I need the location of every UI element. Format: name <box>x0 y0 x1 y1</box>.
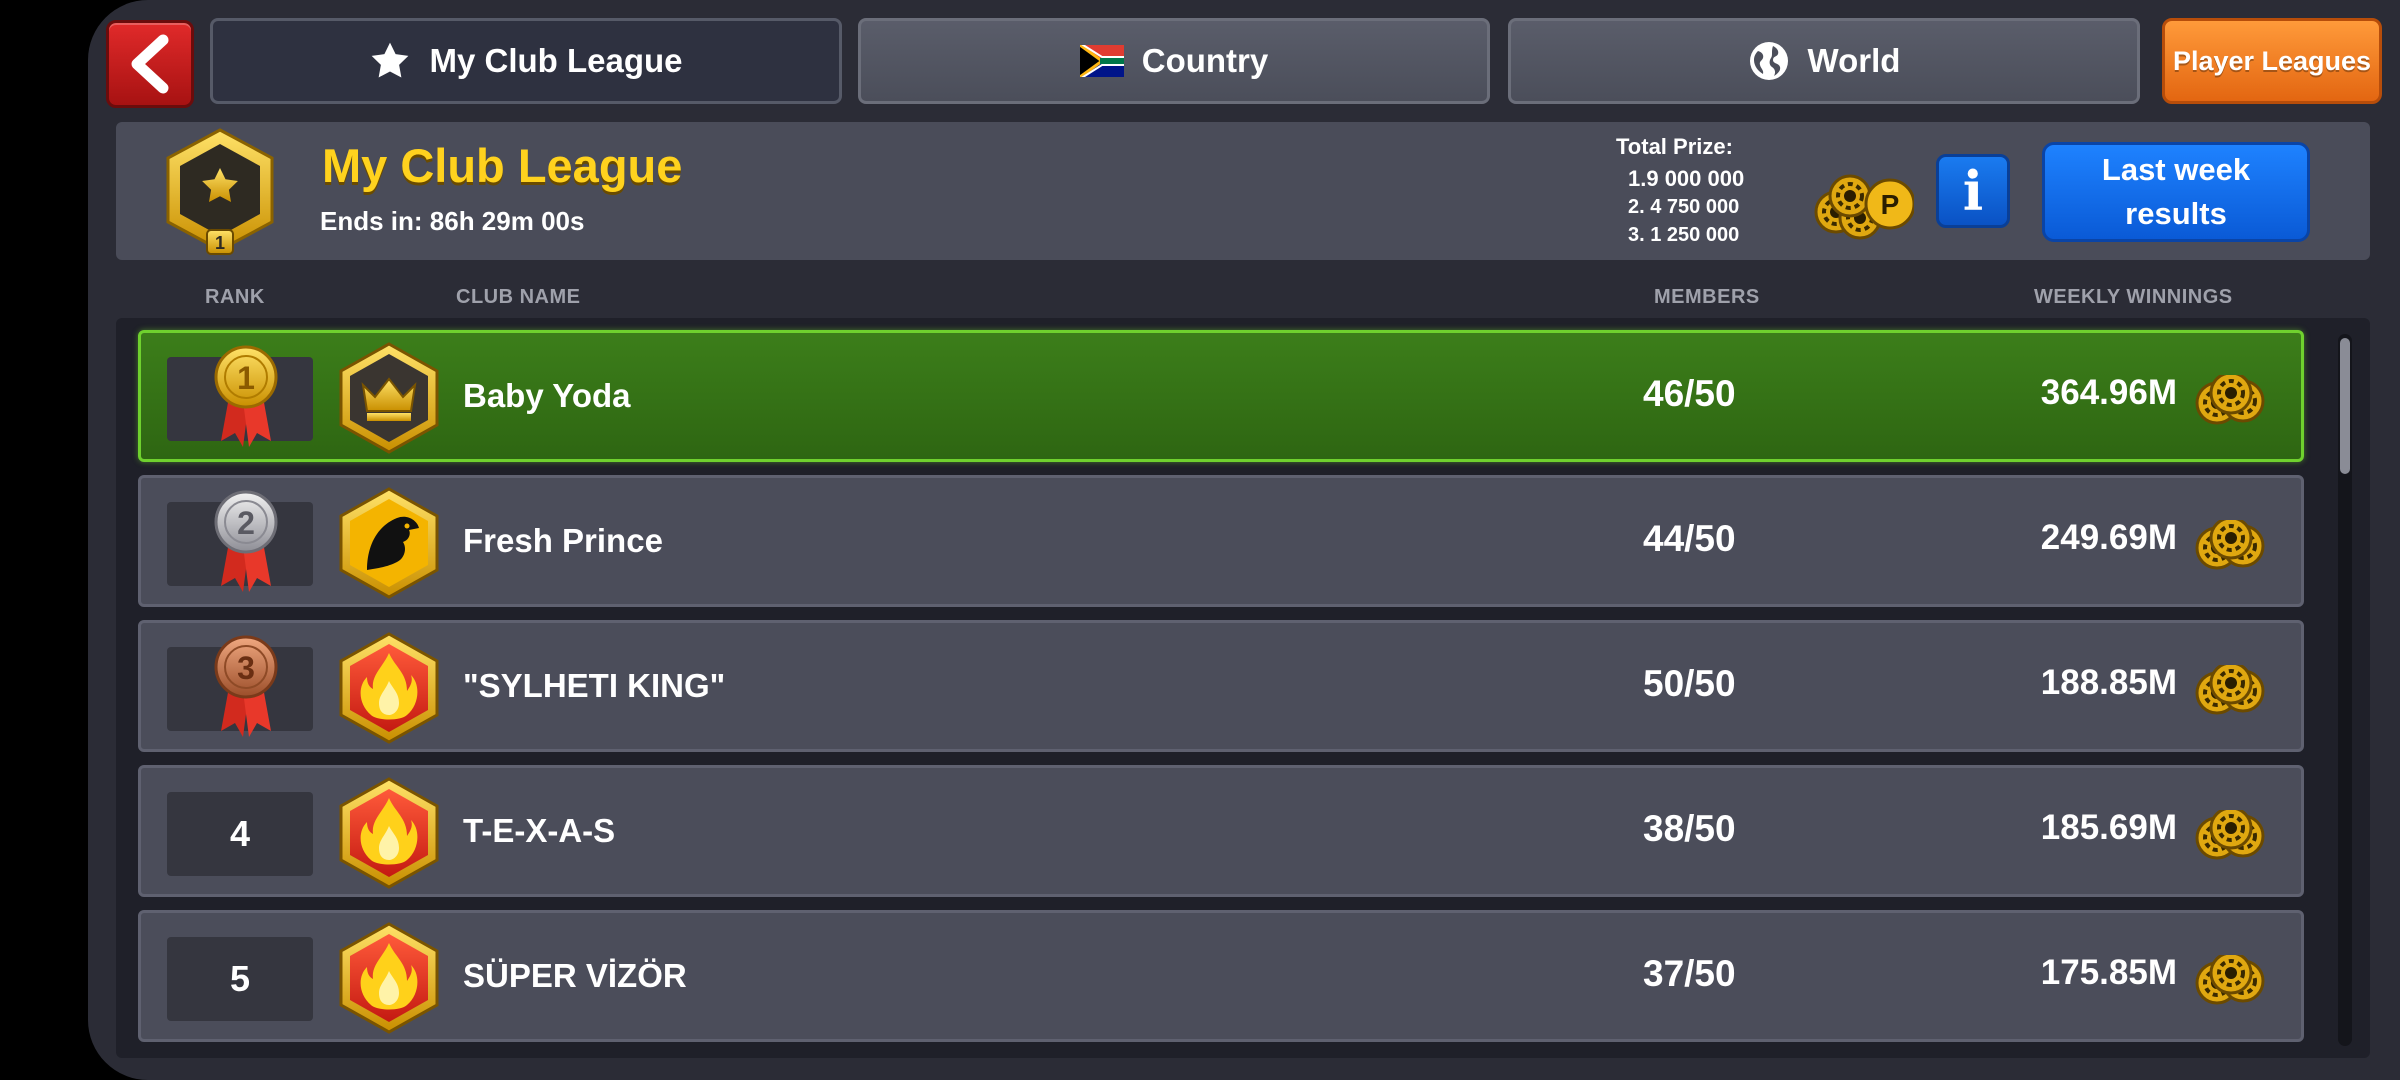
club-name: "SYLHETI KING" <box>463 667 726 704</box>
pool-cash-coins-icon <box>2195 955 2265 1005</box>
club-row[interactable]: 5 SÜPER VİZÖR 37/50 175.85M <box>138 910 2304 1042</box>
league-badge-icon: 1 <box>166 128 274 255</box>
club-members: 37/50 <box>1643 953 1736 994</box>
club-members: 38/50 <box>1643 808 1736 849</box>
last-week-results-button[interactable]: Last week results <box>2042 142 2310 242</box>
crown-club-badge-icon <box>339 342 439 454</box>
info-icon: i <box>1962 159 1984 223</box>
globe-icon <box>1749 42 1788 80</box>
column-header-rank: RANK <box>205 286 265 308</box>
club-weekly-winnings: 185.69M <box>2040 808 2177 847</box>
league-badge-level: 1 <box>215 233 225 253</box>
club-name: SÜPER VİZÖR <box>463 957 687 994</box>
tab-world[interactable]: World <box>1508 18 2140 104</box>
flame-club-badge-icon <box>339 922 439 1034</box>
club-members: 46/50 <box>1643 373 1736 414</box>
column-header-members: MEMBERS <box>1654 286 1760 308</box>
club-row[interactable]: 2 Fresh Prince 44/50 249.69M <box>138 475 2304 607</box>
tab-label: My Club League <box>429 42 683 79</box>
back-arrow-icon <box>131 34 169 94</box>
tab-my-club-league[interactable]: My Club League <box>210 18 842 104</box>
flame-club-badge-icon <box>339 632 439 744</box>
column-header-club-name: CLUB NAME <box>456 286 581 308</box>
star-icon <box>372 42 409 78</box>
tab-label: World <box>1807 42 1901 79</box>
prize-third: 3. 1 250 000 <box>1628 224 1740 246</box>
list-scrollbar-thumb[interactable] <box>2340 338 2350 474</box>
tab-label: Country <box>1141 42 1269 79</box>
south-africa-flag-icon <box>1079 45 1124 77</box>
club-members: 50/50 <box>1643 663 1736 704</box>
gold-medal-icon: 1 <box>214 345 278 447</box>
svg-text:P: P <box>1881 189 1900 220</box>
player-leagues-label: Player Leagues <box>2172 45 2372 76</box>
player-leagues-button[interactable]: Player Leagues <box>2162 18 2382 104</box>
club-weekly-winnings: 364.96M <box>2040 373 2177 412</box>
club-members: 44/50 <box>1643 518 1736 559</box>
league-title: My Club League <box>322 139 683 192</box>
silver-medal-icon: 2 <box>214 490 278 592</box>
back-button[interactable] <box>106 20 194 108</box>
medal-rank: 3 <box>237 650 255 686</box>
prize-first: 1.9 000 000 <box>1628 166 1745 191</box>
pool-cash-coins-icon <box>2195 665 2265 715</box>
pool-cash-coins-icon <box>2195 375 2265 425</box>
club-weekly-winnings: 249.69M <box>2040 518 2177 557</box>
info-button[interactable]: i <box>1936 154 2010 228</box>
club-row[interactable]: 3 "SYLHETI KING" 50/50 188.85M <box>138 620 2304 752</box>
eagle-club-badge-icon <box>339 487 439 599</box>
tab-country[interactable]: Country <box>858 18 1490 104</box>
last-week-results-label: Last week results <box>2101 152 2251 231</box>
rank-box: 4 <box>167 792 313 876</box>
club-name: T-E-X-A-S <box>463 812 616 849</box>
club-weekly-winnings: 188.85M <box>2040 663 2177 702</box>
pool-cash-coins-icon <box>2195 520 2265 570</box>
club-row[interactable]: 1 Baby Yoda 46/50 364.96M <box>138 330 2304 462</box>
medal-rank: 1 <box>237 360 255 396</box>
bronze-medal-icon: 3 <box>214 635 278 737</box>
club-name: Baby Yoda <box>463 377 631 414</box>
pool-cash-coins-icon: P <box>1814 174 1914 240</box>
column-header-weekly-winnings: WEEKLY WINNINGS <box>2034 286 2233 308</box>
total-prize-label: Total Prize: <box>1616 134 1733 159</box>
club-row[interactable]: 4 T-E-X-A-S 38/50 185.69M <box>138 765 2304 897</box>
club-name: Fresh Prince <box>463 522 663 559</box>
rank-box: 5 <box>167 937 313 1021</box>
flame-club-badge-icon <box>339 777 439 889</box>
pool-cash-coins-icon <box>2195 810 2265 860</box>
league-ends-in: Ends in: 86h 29m 00s <box>320 206 585 236</box>
club-weekly-winnings: 175.85M <box>2040 953 2177 992</box>
medal-rank: 2 <box>237 505 255 541</box>
prize-second: 2. 4 750 000 <box>1628 196 1740 218</box>
